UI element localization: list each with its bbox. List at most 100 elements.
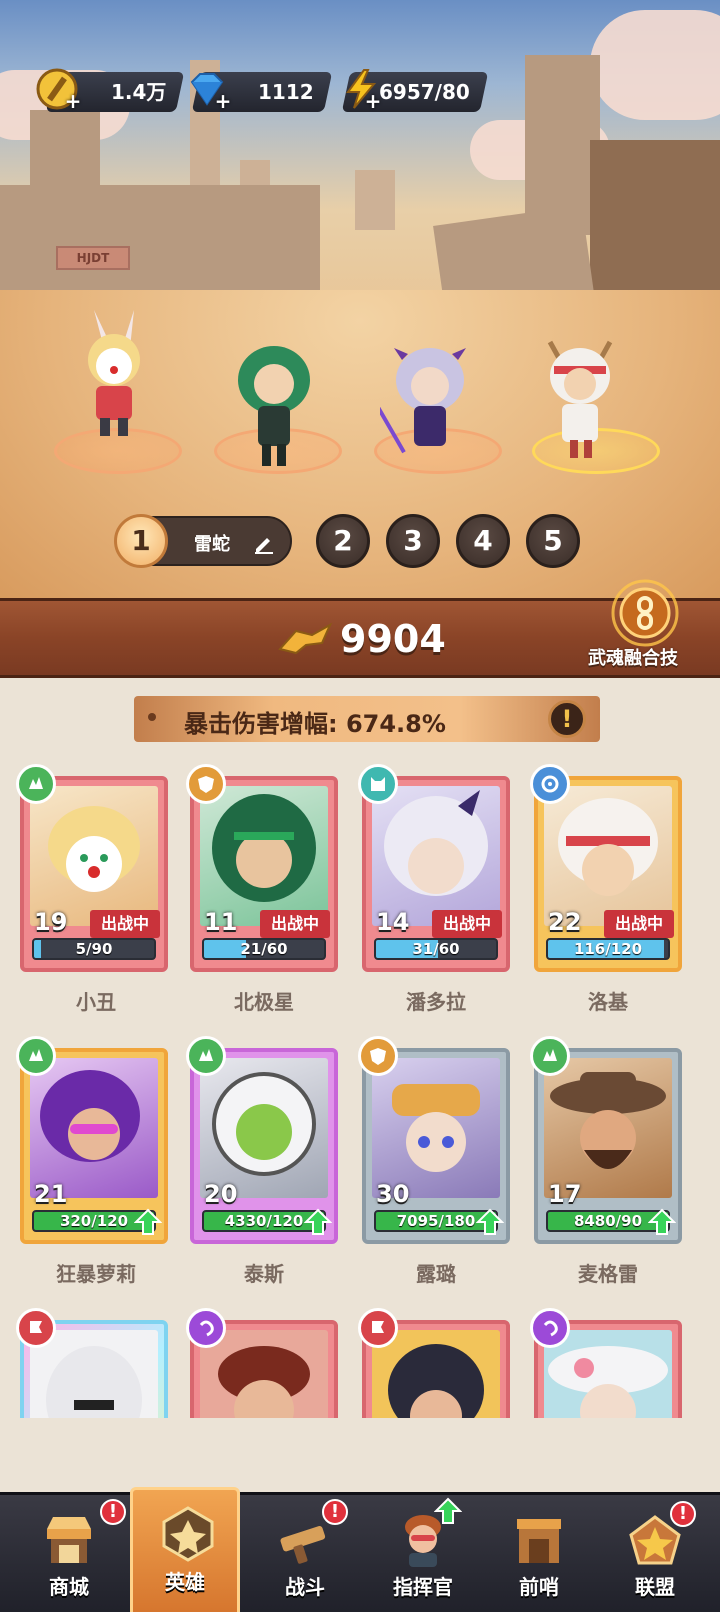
faction-green-icon: [186, 1036, 226, 1076]
faction-green-icon: [530, 1036, 570, 1076]
hero-level: 30: [376, 1180, 410, 1208]
hero-card-clown[interactable]: 19 出战中 5/90: [20, 776, 168, 972]
team-name-label: 雷蛇: [194, 534, 230, 555]
faction-blue-icon: [530, 764, 570, 804]
hero-name: 洛基: [588, 990, 628, 1014]
hero-level: 11: [204, 908, 238, 936]
cloud: [590, 10, 720, 120]
hero-level: 20: [204, 1180, 238, 1208]
nav-outpost[interactable]: 前哨: [484, 1495, 594, 1612]
hero-level: 14: [376, 908, 410, 936]
hero-card-lulu[interactable]: 30 7095/180: [362, 1048, 510, 1244]
hero-portrait: [544, 786, 672, 926]
upgrade-arrow-icon: [648, 1208, 676, 1235]
game-screen: HJDT 1.4万 + 1112 + 6957/80 + 雷蛇 1 2 3 4 …: [0, 0, 720, 1612]
faction-green-icon: [16, 1036, 56, 1076]
shop-stall-icon: [47, 1517, 91, 1563]
hero-card-mcgray[interactable]: 17 8480/90: [534, 1048, 682, 1244]
alert-badge-icon: !: [322, 1499, 348, 1525]
energy-plus-icon[interactable]: +: [364, 91, 382, 111]
hero-card-berserk-loli[interactable]: 21 320/120: [20, 1048, 168, 1244]
hero-card-polaris[interactable]: 11 出战中 21/60: [190, 776, 338, 972]
deployed-badge: 出战中: [432, 910, 502, 938]
hero-name: 潘多拉: [406, 990, 466, 1014]
faction-teal-icon: [358, 764, 398, 804]
team-slot-4[interactable]: 4: [456, 514, 510, 568]
hero-portrait: [372, 786, 500, 926]
clown-hero-sprite[interactable]: [64, 308, 164, 438]
hero-card-pandora[interactable]: 14 出战中 31/60: [362, 776, 510, 972]
nav-label: 前哨: [519, 1575, 559, 1599]
hero-card-tess[interactable]: 20 4330/120: [190, 1048, 338, 1244]
bullet-dot-icon: [148, 713, 156, 721]
bottom-nav: 商城 ! 英雄 战斗 ! 指挥官 前哨 联盟 !: [0, 1487, 720, 1612]
combat-power-value: 9904: [340, 617, 446, 661]
progress-text: 5/90: [75, 940, 113, 958]
progress-text: 31/60: [412, 940, 460, 958]
energy-value: 6957/80: [379, 80, 470, 104]
team-slot-1[interactable]: 1: [114, 514, 168, 568]
hero-portrait: [200, 1058, 328, 1198]
upgrade-arrow-icon: [434, 1497, 462, 1524]
faction-violet-icon: [530, 1308, 570, 1348]
hero-level: 17: [548, 1180, 582, 1208]
team-slot-2[interactable]: 2: [316, 514, 370, 568]
faction-red-icon: [16, 1308, 56, 1348]
progress-text: 21/60: [240, 940, 288, 958]
hero-portrait: [544, 1058, 672, 1198]
outpost-gate-icon: [517, 1519, 561, 1563]
hero-name: 狂暴萝莉: [56, 1262, 136, 1286]
nav-battle[interactable]: 战斗 !: [250, 1495, 360, 1612]
nav-label: 商城: [49, 1575, 89, 1599]
progress-text: 116/120: [573, 940, 643, 958]
pandora-hero-sprite[interactable]: [380, 340, 480, 470]
hero-portrait: [372, 1058, 500, 1198]
hero-level: 19: [34, 908, 68, 936]
hero-name: 露璐: [416, 1262, 456, 1286]
crit-damage-bonus-text: 暴击伤害增幅: 674.8%: [184, 710, 446, 738]
upgrade-arrow-icon: [304, 1208, 332, 1235]
polaris-hero-sprite[interactable]: [224, 340, 324, 470]
faction-red-icon: [358, 1308, 398, 1348]
hero-portrait: [30, 786, 158, 926]
gold-plus-icon[interactable]: +: [64, 91, 82, 111]
fusion-skill-icon[interactable]: [608, 576, 682, 650]
alert-badge-icon: !: [670, 1501, 696, 1527]
team-slot-5[interactable]: 5: [526, 514, 580, 568]
info-exclamation-icon[interactable]: !: [548, 700, 586, 738]
hero-name: 泰斯: [244, 1262, 284, 1286]
hero-name: 小丑: [76, 990, 116, 1014]
gold-value: 1.4万: [110, 80, 166, 104]
team-slot-3[interactable]: 3: [386, 514, 440, 568]
nav-commander[interactable]: 指挥官: [368, 1495, 478, 1612]
nav-label: 联盟: [635, 1575, 675, 1599]
crit-damage-bonus-bar: 暴击伤害增幅: 674.8%: [134, 696, 600, 742]
fusion-skill-label[interactable]: 武魂融合技: [588, 644, 678, 670]
hero-portrait: [200, 786, 328, 926]
ruined-wall: [0, 185, 320, 300]
hero-shard-progress: 116/120: [546, 938, 670, 960]
faction-orange-icon: [358, 1036, 398, 1076]
diamond-plus-icon[interactable]: +: [214, 91, 232, 111]
hero-shard-progress: 21/60: [202, 938, 326, 960]
nav-label: 指挥官: [393, 1575, 453, 1599]
skyline-building: [355, 170, 395, 230]
nav-shop[interactable]: 商城 !: [14, 1495, 126, 1612]
hero-card-loki[interactable]: 22 出战中 116/120: [534, 776, 682, 972]
nav-alliance[interactable]: 联盟 !: [600, 1495, 710, 1612]
nav-label: 英雄: [165, 1570, 205, 1594]
deployed-badge: 出战中: [90, 910, 160, 938]
hero-shard-progress: 5/90: [32, 938, 156, 960]
hero-shard-progress: 31/60: [374, 938, 498, 960]
hero-level: 22: [548, 908, 582, 936]
hero-portrait: [30, 1058, 158, 1198]
edit-pencil-icon[interactable]: [252, 531, 276, 555]
deployed-badge: 出战中: [604, 910, 674, 938]
loki-hero-sprite[interactable]: [530, 332, 630, 462]
faction-green-icon: [16, 764, 56, 804]
alert-badge-icon: !: [100, 1499, 126, 1525]
nav-heroes[interactable]: 英雄: [130, 1487, 240, 1612]
hero-portrait: [544, 1330, 672, 1418]
upgrade-arrow-icon: [134, 1208, 162, 1235]
hero-portrait: [30, 1330, 158, 1418]
